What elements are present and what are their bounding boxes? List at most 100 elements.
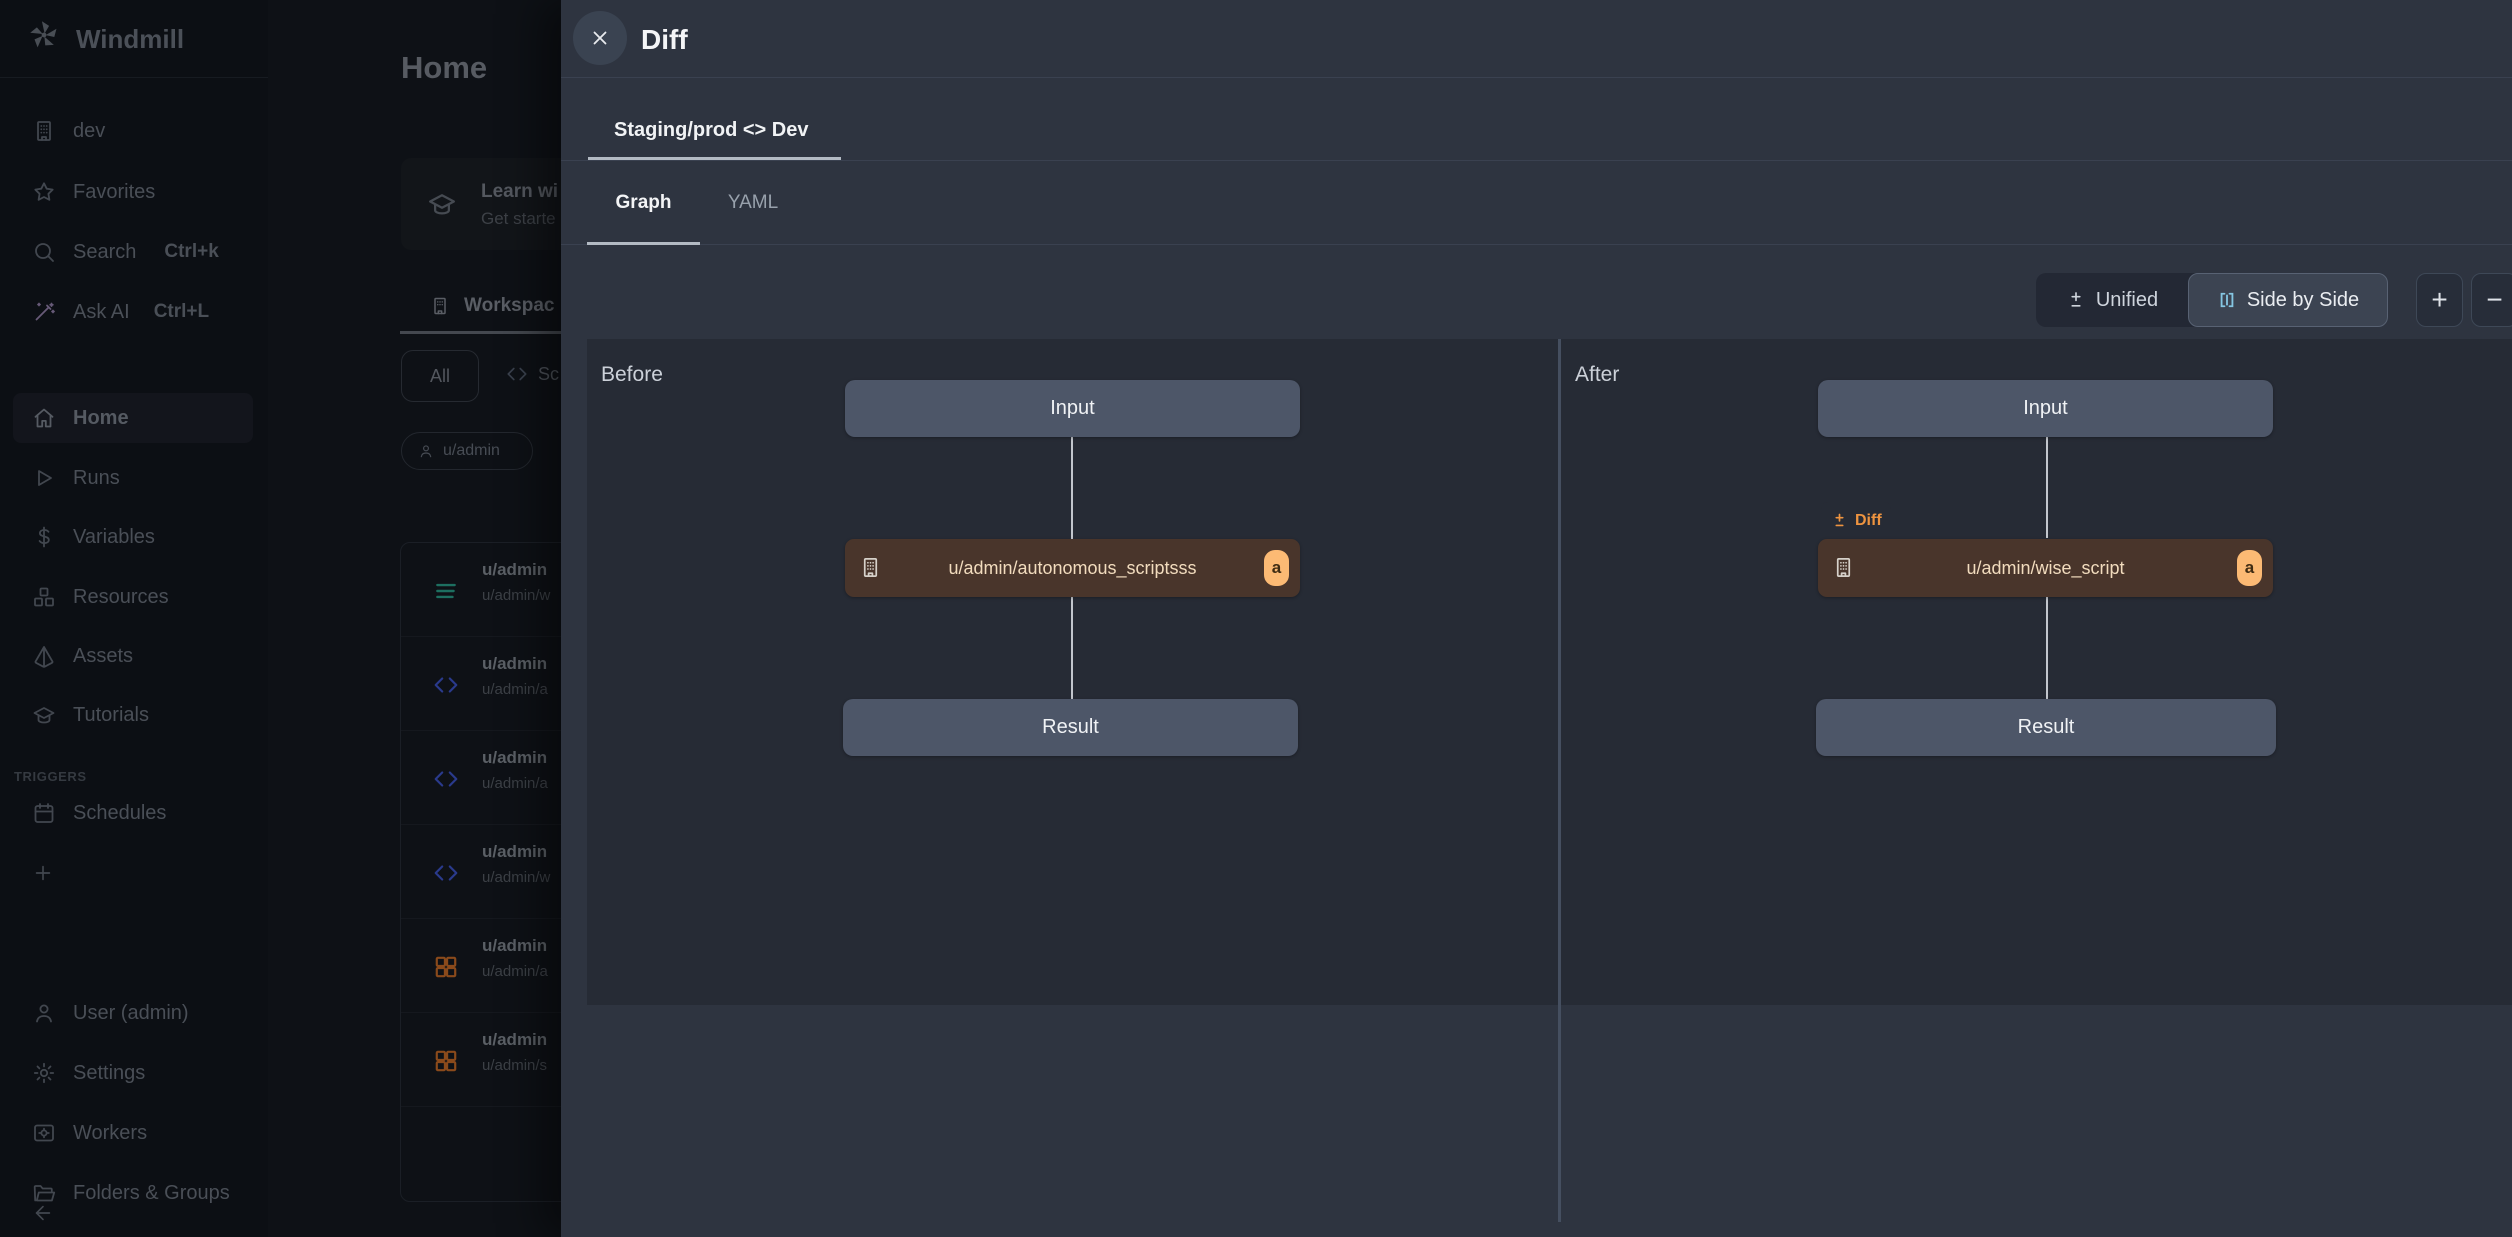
sidebar-item-runs[interactable]: Runs — [13, 453, 253, 503]
sidebar-item-label: Schedules — [73, 802, 166, 825]
drawer-header: Diff — [561, 0, 2512, 78]
sidebar-item-search[interactable]: Search Ctrl+k — [13, 227, 253, 277]
sidebar-item-label: Ask AI — [73, 301, 130, 324]
graph-edge — [2046, 437, 2048, 538]
sidebar-item-settings[interactable]: Settings — [13, 1048, 253, 1098]
zoom-in-button[interactable]: + — [2416, 273, 2463, 327]
script-path: u/admin/autonomous_scriptsss — [948, 558, 1196, 579]
sidebar-item-variables[interactable]: Variables — [13, 512, 253, 562]
sidebar-item-schedules[interactable]: Schedules — [13, 788, 253, 838]
sidebar-item-favorites[interactable]: Favorites — [13, 167, 253, 217]
search-shortcut: Ctrl+k — [164, 241, 218, 263]
active-tab-underline — [587, 242, 700, 245]
item-path: u/admin/a — [482, 681, 548, 698]
code-icon — [433, 860, 459, 886]
sidebar-item-label: Variables — [73, 526, 155, 549]
item-title: u/admin — [482, 842, 547, 862]
language-badge: a — [1264, 550, 1289, 586]
star-icon — [32, 180, 56, 204]
add-trigger-button[interactable] — [13, 848, 253, 898]
owner-chip-label: u/admin — [443, 442, 500, 460]
item-path: u/admin/w — [482, 587, 550, 604]
ask-ai-shortcut: Ctrl+L — [154, 301, 209, 323]
sidebar-item-label: Home — [73, 407, 129, 430]
sidebar-item-resources[interactable]: Resources — [13, 572, 253, 622]
script-node-before[interactable]: u/admin/autonomous_scriptsss a — [845, 539, 1300, 597]
sidebar-item-home[interactable]: Home — [13, 393, 253, 443]
tab-yaml[interactable]: YAML — [700, 161, 806, 245]
close-drawer-button[interactable] — [573, 11, 627, 65]
sidebar: Windmill dev Favorites Search Ctrl+k — [0, 0, 268, 1237]
building-icon — [859, 556, 882, 579]
triggers-section-label: TRIGGERS — [14, 769, 87, 784]
diff-badge-button[interactable]: Diff — [1821, 502, 1891, 539]
windmill-logo-icon[interactable] — [26, 17, 62, 53]
boxes-icon — [32, 585, 56, 609]
arrow-left-icon — [32, 1202, 54, 1224]
drawer-title: Diff — [641, 24, 688, 56]
diff-layout-toggle: Unified Side by Side — [2036, 273, 2388, 327]
scripts-filter-label: Sc — [538, 364, 559, 385]
graph-edge — [1071, 437, 1073, 539]
diff-badge-label: Diff — [1855, 512, 1882, 530]
building-icon — [1832, 556, 1855, 579]
user-icon — [32, 1001, 56, 1025]
sidebar-item-label: Resources — [73, 586, 169, 609]
result-node[interactable]: Result — [843, 699, 1298, 756]
input-node[interactable]: Input — [845, 380, 1300, 437]
before-label: Before — [601, 363, 663, 387]
collapse-sidebar-button[interactable] — [13, 1193, 253, 1233]
unified-view-button[interactable]: Unified — [2036, 273, 2188, 327]
tab-workspace[interactable]: Workspac — [430, 295, 554, 317]
sidebar-item-assets[interactable]: Assets — [13, 631, 253, 681]
sidebar-item-workspace-dev[interactable]: dev — [13, 106, 253, 156]
item-path: u/admin/s — [482, 1057, 547, 1074]
app-title: Windmill — [76, 24, 184, 55]
sidebar-item-label: Runs — [73, 467, 120, 490]
sidebar-item-ask-ai[interactable]: Ask AI Ctrl+L — [13, 287, 253, 337]
home-icon — [32, 406, 56, 430]
item-title: u/admin — [482, 936, 547, 956]
gear-icon — [32, 1061, 56, 1085]
sidebar-item-label: Favorites — [73, 181, 155, 204]
sidebar-item-tutorials[interactable]: Tutorials — [13, 690, 253, 740]
result-node[interactable]: Result — [1816, 699, 2276, 756]
graduation-cap-icon — [32, 703, 56, 727]
owner-filter-chip[interactable]: u/admin — [401, 432, 533, 470]
wand-sparkles-icon — [32, 300, 56, 324]
windmill-app: Windmill dev Favorites Search Ctrl+k — [0, 0, 2512, 1237]
active-tab-underline — [588, 157, 841, 160]
sidebar-item-label: Assets — [73, 645, 133, 668]
diff-tab-label: Staging/prod <> Dev — [614, 119, 808, 160]
close-icon — [589, 27, 611, 49]
plus-icon — [32, 862, 54, 884]
worker-gear-icon — [32, 1121, 56, 1145]
item-title: u/admin — [482, 654, 547, 674]
language-badge: a — [2237, 550, 2262, 586]
tab-staging-prod-dev[interactable]: Staging/prod <> Dev — [588, 78, 834, 160]
script-node-after[interactable]: u/admin/wise_script a — [1818, 539, 2273, 597]
sidebar-item-label: Settings — [73, 1062, 145, 1085]
item-path: u/admin/a — [482, 775, 548, 792]
app-grid-icon — [433, 1048, 459, 1074]
item-title: u/admin — [482, 748, 547, 768]
sidebar-logo-row: Windmill — [0, 0, 268, 78]
sidebar-item-user[interactable]: User (admin) — [13, 988, 253, 1038]
input-node[interactable]: Input — [1818, 380, 2273, 437]
zoom-out-button[interactable]: − — [2471, 273, 2512, 327]
app-grid-icon — [433, 954, 459, 980]
side-by-side-view-button[interactable]: Side by Side — [2188, 273, 2388, 327]
graph-edge — [2046, 597, 2048, 699]
flow-icon — [433, 578, 459, 604]
before-pane: Before Input u/admin/autonomous_scriptss… — [587, 339, 1558, 1005]
pyramid-icon — [32, 644, 56, 668]
filter-scripts-button[interactable]: Sc — [506, 363, 559, 385]
sidebar-item-workers[interactable]: Workers — [13, 1108, 253, 1158]
diff-icon — [2066, 290, 2086, 310]
filter-all-button[interactable]: All — [401, 350, 479, 402]
tab-graph[interactable]: Graph — [587, 161, 700, 245]
user-icon — [418, 443, 434, 459]
script-path: u/admin/wise_script — [1966, 558, 2124, 579]
after-label: After — [1575, 363, 1619, 387]
calendar-icon — [32, 801, 56, 825]
